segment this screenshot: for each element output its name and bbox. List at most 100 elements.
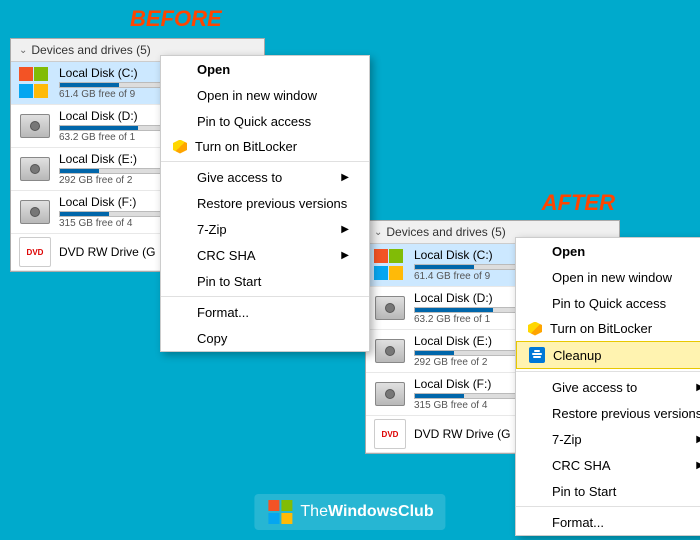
pin-quick-icon: [173, 113, 189, 129]
before-copy-label: Copy: [197, 331, 227, 346]
before-menu-7zip[interactable]: 7-Zip ▶: [161, 216, 369, 242]
after-give-access-label: Give access to: [552, 380, 637, 395]
cleanup-icon: [529, 347, 545, 363]
windows-logo-icon: [19, 67, 51, 99]
before-menu-open-new-window[interactable]: Open in new window: [161, 82, 369, 108]
after-pin-start-label: Pin to Start: [552, 484, 616, 499]
after-menu-open-new-window[interactable]: Open in new window: [516, 264, 700, 290]
after-pin-start-icon: [528, 483, 544, 499]
hdd-e-after-icon: [375, 339, 405, 363]
watermark-logo-icon: [266, 498, 294, 526]
after-bitlocker-label: Turn on BitLocker: [550, 321, 652, 336]
7zip-arrow: ▶: [341, 224, 349, 235]
open-new-window-icon: [173, 87, 189, 103]
before-pin-start-label: Pin to Start: [197, 274, 261, 289]
chevron-icon: ⌄: [19, 45, 27, 56]
after-menu-pin-quick[interactable]: Pin to Quick access: [516, 290, 700, 316]
before-context-menu: Open Open in new window Pin to Quick acc…: [160, 55, 370, 352]
before-menu-restore[interactable]: Restore previous versions: [161, 190, 369, 216]
hdd-f-icon: [20, 200, 50, 224]
drive-e-icon: [19, 155, 51, 183]
after-cleanup-label: Cleanup: [553, 348, 601, 363]
after-restore-icon: [528, 405, 544, 421]
after-crcsha-arrow: ▶: [696, 460, 700, 471]
shield-icon: [173, 140, 187, 154]
drive-f-after-icon: [374, 380, 406, 408]
after-chevron-icon: ⌄: [374, 227, 382, 238]
after-7zip-label: 7-Zip: [552, 432, 582, 447]
give-access-arrow: ▶: [341, 172, 349, 183]
crcsha-arrow: ▶: [341, 250, 349, 261]
before-menu-format[interactable]: Format...: [161, 299, 369, 325]
after-menu-7zip[interactable]: 7-Zip ▶: [516, 426, 700, 452]
after-give-access-icon: [528, 379, 544, 395]
windows-logo-after-icon: [374, 249, 406, 281]
after-menu-give-access[interactable]: Give access to ▶: [516, 374, 700, 400]
before-open-new-window-label: Open in new window: [197, 88, 317, 103]
pin-start-icon: [173, 273, 189, 289]
after-menu-crcsha[interactable]: CRC SHA ▶: [516, 452, 700, 478]
before-label: BEFORE: [130, 6, 222, 32]
before-menu-crcsha[interactable]: CRC SHA ▶: [161, 242, 369, 268]
before-7zip-label: 7-Zip: [197, 222, 227, 237]
restore-icon: [173, 195, 189, 211]
before-pin-quick-label: Pin to Quick access: [197, 114, 311, 129]
after-menu-cleanup[interactable]: Cleanup: [516, 341, 700, 369]
open-icon: [173, 61, 189, 77]
before-restore-label: Restore previous versions: [197, 196, 347, 211]
before-bitlocker-label: Turn on BitLocker: [195, 139, 297, 154]
before-open-label: Open: [197, 62, 230, 77]
drive-f-icon: [19, 198, 51, 226]
dvd-icon: DVD: [19, 238, 51, 266]
before-menu-give-access[interactable]: Give access to ▶: [161, 164, 369, 190]
watermark: TheWindowsClub: [254, 494, 445, 530]
after-pin-quick-label: Pin to Quick access: [552, 296, 666, 311]
after-devices-label: Devices and drives (5): [386, 225, 505, 239]
hdd-f-after-icon: [375, 382, 405, 406]
copy-icon: [173, 330, 189, 346]
dvd-wrap-icon: DVD: [19, 237, 51, 267]
after-give-access-arrow: ▶: [696, 382, 700, 393]
drive-c-after-icon: [374, 251, 406, 279]
before-devices-label: Devices and drives (5): [31, 43, 150, 57]
after-menu-open[interactable]: Open: [516, 238, 700, 264]
give-access-icon: [173, 169, 189, 185]
after-format-label: Format...: [552, 515, 604, 530]
watermark-text: TheWindowsClub: [300, 503, 433, 521]
after-7zip-arrow: ▶: [696, 434, 700, 445]
after-menu-bitlocker[interactable]: Turn on BitLocker: [516, 316, 700, 341]
after-open-new-window-label: Open in new window: [552, 270, 672, 285]
before-separator-1: [161, 161, 369, 162]
dvd-after-icon: DVD: [374, 420, 406, 448]
before-menu-pin-quick[interactable]: Pin to Quick access: [161, 108, 369, 134]
before-menu-open[interactable]: Open: [161, 56, 369, 82]
after-crcsha-label: CRC SHA: [552, 458, 611, 473]
after-pin-quick-icon: [528, 295, 544, 311]
dvd-wrap-after-icon: DVD: [374, 419, 406, 449]
after-shield-icon: [528, 322, 542, 336]
after-restore-label: Restore previous versions: [552, 406, 700, 421]
after-open-icon: [528, 243, 544, 259]
format-icon: [173, 304, 189, 320]
drive-d-icon: [19, 112, 51, 140]
before-menu-pin-start[interactable]: Pin to Start: [161, 268, 369, 294]
before-menu-bitlocker[interactable]: Turn on BitLocker: [161, 134, 369, 159]
drive-c-icon: [19, 69, 51, 97]
before-menu-copy[interactable]: Copy: [161, 325, 369, 351]
after-menu-pin-start[interactable]: Pin to Start: [516, 478, 700, 504]
after-context-menu: Open Open in new window Pin to Quick acc…: [515, 237, 700, 536]
drive-e-after-icon: [374, 337, 406, 365]
drive-d-after-icon: [374, 294, 406, 322]
after-separator-1: [516, 371, 700, 372]
after-menu-format[interactable]: Format...: [516, 509, 700, 535]
after-separator-2: [516, 506, 700, 507]
after-open-label: Open: [552, 244, 585, 259]
after-crcsha-icon: [528, 457, 544, 473]
after-7zip-icon: [528, 431, 544, 447]
before-format-label: Format...: [197, 305, 249, 320]
after-menu-restore[interactable]: Restore previous versions: [516, 400, 700, 426]
before-crcsha-label: CRC SHA: [197, 248, 256, 263]
after-format-icon: [528, 514, 544, 530]
before-give-access-label: Give access to: [197, 170, 282, 185]
after-label: AFTER: [542, 190, 615, 216]
